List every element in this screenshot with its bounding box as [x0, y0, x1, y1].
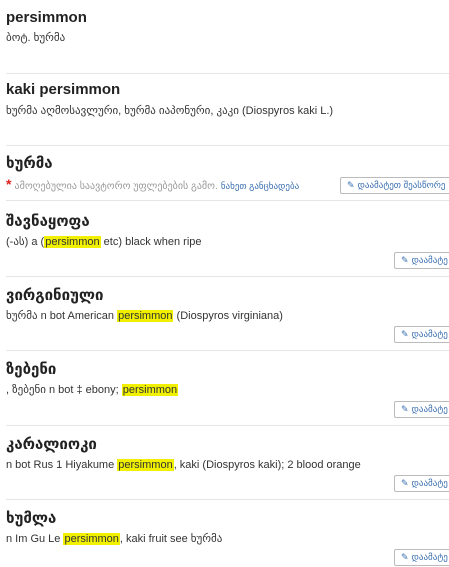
add-button[interactable]: ✎ დაამატე — [394, 401, 449, 418]
pencil-square-icon: ✎ — [401, 404, 409, 414]
button-label: დაამატე — [411, 329, 448, 339]
entry-title[interactable]: kaki persimmon — [6, 81, 449, 98]
definition-text: , kaki fruit see ხურმა — [119, 533, 223, 545]
divider — [6, 145, 449, 146]
entry-title[interactable]: შავნაყოფა — [6, 212, 449, 230]
divider — [6, 499, 449, 500]
search-highlight: persimmon — [44, 236, 101, 248]
pencil-square-icon: ✎ — [347, 180, 355, 190]
divider — [6, 425, 449, 426]
definition-text: ხურმა n bot American — [6, 310, 118, 322]
entry-title[interactable]: ვირგინიული — [6, 286, 449, 304]
divider — [6, 276, 449, 277]
entry-karaliokí: კარალიოკი n bot Rus 1 Hiyakume persimmon… — [6, 435, 449, 472]
entry-definition: ხურმა აღმოსავლური, ხურმა იაპონური, კაკი … — [6, 105, 334, 117]
entry-definition: ხურმა n bot American persimmon (Diospyro… — [6, 309, 449, 323]
required-asterisk-icon: * — [6, 176, 12, 192]
definition-text: , kaki (Diospyros kaki); 2 blood orange — [173, 459, 361, 471]
entry-zebeni: ზებენი , ზებენი n bot ‡ ebony; persimmon — [6, 360, 449, 397]
search-highlight: persimmon — [121, 384, 179, 396]
pencil-square-icon: ✎ — [401, 552, 409, 562]
entry-virginiuli: ვირგინიული ხურმა n bot American persimmo… — [6, 286, 449, 323]
entry-definition: n Im Gu Le persimmon, kaki fruit see ხურ… — [6, 532, 449, 546]
add-button[interactable]: ✎ დაამატე — [394, 549, 449, 566]
add-button[interactable]: ✎ დაამატე — [394, 326, 449, 343]
definition-text: n Im Gu Le — [6, 533, 64, 545]
entry-title[interactable]: persimmon — [6, 9, 449, 26]
entry-title[interactable]: ზებენი — [6, 360, 449, 378]
add-button[interactable]: ✎ დაამატე — [394, 252, 449, 269]
search-highlight: persimmon — [117, 310, 174, 322]
entry-definition: n bot Rus 1 Hiyakume persimmon, kaki (Di… — [6, 458, 449, 472]
search-highlight: persimmon — [117, 459, 174, 471]
definition-text: (-ას) a ( — [6, 236, 45, 248]
button-label: დაამატე — [411, 478, 448, 488]
divider — [6, 200, 449, 201]
entry-title[interactable]: ხუმლა — [6, 509, 449, 527]
view-statement-link[interactable]: ნახეთ განცხადება — [221, 181, 299, 191]
copyright-notice: ამოღებულია საავტორო უფლებების გამო. — [14, 181, 218, 192]
add-correction-button[interactable]: ✎ დაამატეთ შეასწორე — [340, 177, 449, 194]
entry-definition: , ზებენი n bot ‡ ebony; persimmon — [6, 383, 449, 397]
search-highlight: persimmon — [63, 533, 120, 545]
entry-khumla: ხუმლა n Im Gu Le persimmon, kaki fruit s… — [6, 509, 449, 546]
pencil-square-icon: ✎ — [401, 478, 409, 488]
pencil-square-icon: ✎ — [401, 255, 409, 265]
entry-title[interactable]: ხურმა — [6, 154, 449, 172]
divider — [6, 350, 449, 351]
entry-persimmon: persimmon ბოტ. ხურმა — [6, 9, 449, 45]
divider — [6, 73, 449, 74]
entry-title[interactable]: კარალიოკი — [6, 435, 449, 453]
add-button[interactable]: ✎ დაამატე — [394, 475, 449, 492]
entry-definition: (-ას) a (persimmon etc) black when ripe — [6, 235, 449, 249]
entry-shavnayofa: შავნაყოფა (-ას) a (persimmon etc) black … — [6, 212, 449, 249]
entry-kaki-persimmon: kaki persimmon ხურმა აღმოსავლური, ხურმა … — [6, 81, 449, 118]
entry-definition: ბოტ. ხურმა — [6, 32, 66, 44]
pencil-square-icon: ✎ — [401, 329, 409, 339]
definition-text: , ზებენი n bot ‡ ebony; — [6, 384, 122, 396]
button-label: დაამატეთ შეასწორე — [357, 180, 446, 190]
button-label: დაამატე — [411, 255, 448, 265]
button-label: დაამატე — [411, 552, 448, 562]
definition-text: etc) black when ripe — [100, 236, 202, 248]
button-label: დაამატე — [411, 404, 448, 414]
definition-text: n bot Rus 1 Hiyakume — [6, 459, 118, 471]
definition-text: (Diospyros virginiana) — [173, 310, 283, 322]
